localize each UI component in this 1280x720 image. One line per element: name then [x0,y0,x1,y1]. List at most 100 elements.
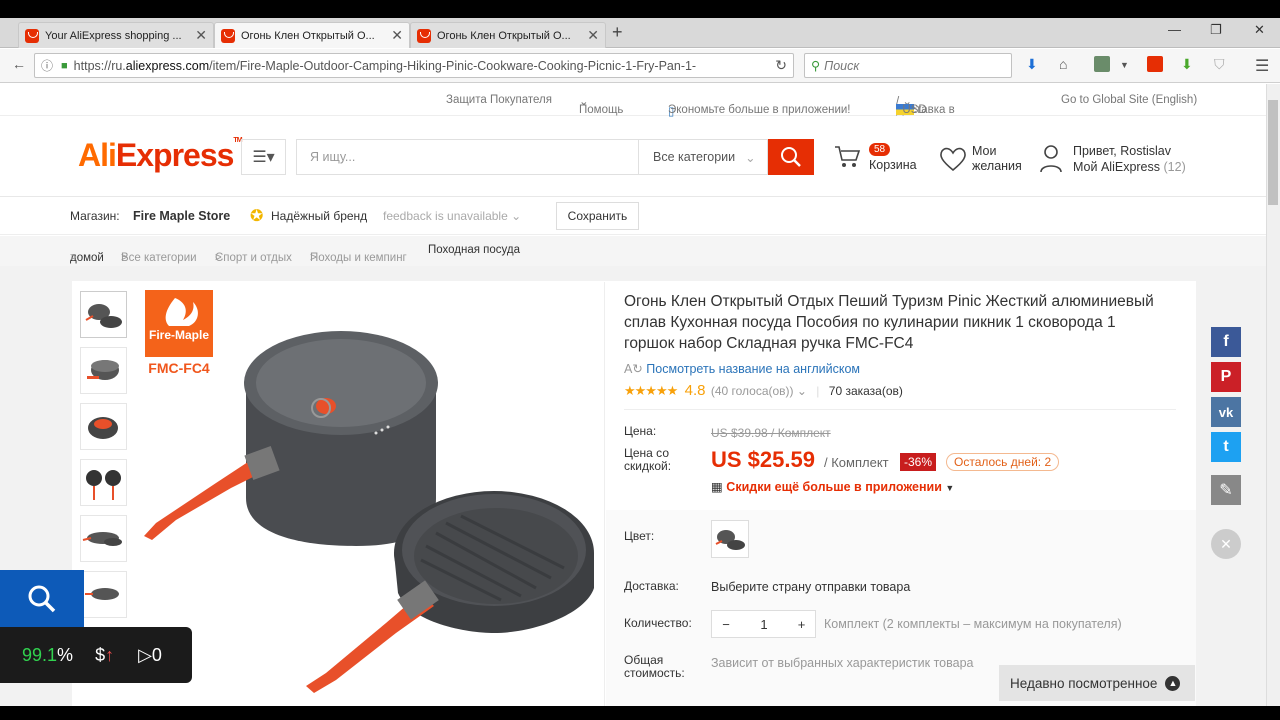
new-tab-button[interactable]: + [612,22,623,43]
aliexpress-favicon-icon [25,28,39,43]
tab-title: Огонь Клен Открытый О... [241,29,375,42]
decrease-quantity-button[interactable]: − [712,617,740,632]
chevron-down-icon[interactable]: ▼ [1120,60,1129,70]
discount-badge: -36% [900,453,937,471]
cart-icon[interactable] [833,143,861,171]
price-tracker-icon[interactable]: $↑ [95,645,114,666]
window-close-icon[interactable]: ✕ [1254,22,1265,38]
aliexpress-favicon-icon [221,28,235,43]
color-option-swatch[interactable] [711,520,749,558]
product-thumbnail[interactable] [80,515,127,562]
wishlist-link[interactable]: Мои желания [972,144,1022,174]
tab-product-active[interactable]: Огонь Клен Открытый О... ✕ [214,22,410,48]
original-price: US $39.98 / Комплект [711,426,831,440]
delivery-value: Выберите страну отправки товара [711,580,911,594]
twitter-share-icon[interactable]: t [1211,432,1241,462]
reload-icon[interactable]: ↻ [775,57,787,74]
product-thumbnail[interactable] [80,403,127,450]
pinterest-share-icon[interactable]: P [1211,362,1241,392]
store-bar: Магазин: Fire Maple Store ✪ Надёжный бре… [0,198,1266,235]
global-site-link[interactable]: Go to Global Site (English) [1061,94,1197,106]
translate-title-link[interactable]: A↻ Посмотреть название на английском [624,361,860,376]
close-tab-icon[interactable]: ✕ [391,27,403,44]
url-text[interactable]: https://ru.aliexpress.com/item/Fire-Mapl… [74,59,770,73]
overlay-stats-panel: 99.1% $↑ ▷0 [0,627,192,683]
aliexpress-favicon-icon [417,28,431,43]
os-bottom-bar [0,706,1280,720]
search-icon [781,147,801,167]
home-icon[interactable]: ⌂ [1059,56,1067,72]
close-tab-icon[interactable]: ✕ [195,27,207,44]
browser-search-field[interactable]: ⚲ Поиск [804,53,1012,78]
scrollbar-thumb[interactable] [1268,100,1278,205]
tab-strip: Your AliExpress shopping ... ✕ Огонь Кле… [0,18,1280,48]
tab-product-2[interactable]: Огонь Клен Открытый О... ✕ [410,22,606,48]
edit-pencil-icon[interactable]: ✎ [1211,475,1241,505]
info-icon[interactable]: ⓘ [41,57,53,74]
product-main-image[interactable] [136,288,602,702]
translate-icon: A↻ [624,362,643,376]
app-discount-link[interactable]: ▦ Скидки ещё больше в приложении ▼ [711,479,954,494]
menu-hamburger-icon[interactable]: ☰ [1255,56,1269,76]
restore-icon[interactable]: ❐ [1210,22,1222,38]
discount-price-label: Цена со скидкой: [624,446,672,473]
votes-link[interactable]: (40 голоса(ов)) ⌄ [711,384,807,398]
recently-viewed-toggle[interactable]: Недавно посмотренное ▲ [999,665,1195,701]
days-left-badge: Осталось дней: 2 [946,453,1060,471]
search-button[interactable] [768,139,814,175]
tab-title: Your AliExpress shopping ... [45,29,182,42]
product-thumbnail[interactable] [80,291,127,338]
close-tab-icon[interactable]: ✕ [587,27,599,44]
site-search-input[interactable]: Я ищу... [296,139,638,175]
product-thumbnail[interactable] [80,347,127,394]
account-menu[interactable]: Привет, Rostislav Мой AliExpress (12) [1073,143,1186,175]
column-divider [604,282,605,706]
product-title: Огонь Клен Открытый Отдых Пеший Туризм P… [624,293,1154,352]
separator [624,409,1176,410]
quantity-label: Количество: [624,616,692,630]
qr-code-icon: ▦ [711,480,723,494]
address-bar[interactable]: ⓘ ■ https://ru.aliexpress.com/item/Fire-… [34,53,794,78]
minimize-icon[interactable]: — [1168,22,1181,37]
site-utility-bar: Защита Покупателя Помощь ⌄ ▯ Экономьте б… [0,84,1266,118]
aliexpress-logo[interactable]: AliExpressTM [78,137,243,174]
rating-row: ★★★★★ 4.8 (40 голоса(ов)) ⌄ | 70 заказа(… [624,382,903,399]
shield-icon[interactable]: ⛉ [1214,56,1225,73]
help-menu[interactable]: Помощь ⌄ [579,94,623,116]
cart-link[interactable]: Корзина [869,158,917,172]
overlay-search-button[interactable] [0,570,84,627]
feedback-dropdown[interactable]: feedback is unavailable ⌄ [383,209,521,223]
increase-quantity-button[interactable]: + [788,617,815,632]
trusted-brand-label: Надёжный бренд [271,209,368,223]
back-arrow-icon[interactable]: ← [12,56,26,72]
quantity-input[interactable]: 1 [740,617,788,632]
buyer-protection-link[interactable]: Защита Покупателя [446,94,552,106]
heart-icon[interactable] [938,146,968,172]
tab-aliexpress-cart[interactable]: Your AliExpress shopping ... ✕ [18,22,214,48]
save-store-button[interactable]: Сохранить [556,202,639,230]
category-select[interactable]: Все категории ⌄ [638,139,768,175]
tab-title: Огонь Клен Открытый О... [437,29,571,42]
quantity-note: Комплект (2 комплекты – максимум на поку… [824,617,1122,631]
delivery-label: Доставка: [624,579,679,593]
mail-extension-icon[interactable] [1147,56,1163,72]
download-arrow-icon[interactable]: ⬇ [1026,56,1038,73]
user-icon[interactable] [1039,144,1063,174]
categories-menu-button[interactable]: ☰▾ [241,139,286,175]
lock-icon: ■ [61,59,68,72]
vk-share-icon[interactable]: vk [1211,397,1241,427]
facebook-share-icon[interactable]: f [1211,327,1241,357]
store-name-link[interactable]: Fire Maple Store [133,209,230,223]
price-label: Цена: [624,424,657,438]
product-thumbnail[interactable] [80,459,127,506]
total-label: Общая стоимость: [624,653,685,680]
ship-to-selector[interactable]: Доставка в / USD ⌄ [896,94,955,116]
quantity-stepper: − 1 + [711,610,816,638]
total-value: Зависит от выбранных характеристик товар… [711,656,974,670]
close-share-icon[interactable]: ✕ [1211,529,1241,559]
extension-icon[interactable] [1094,56,1110,72]
download-helper-icon[interactable]: ⬇ [1181,56,1193,73]
product-thumbnail[interactable] [80,571,127,618]
breadcrumb: домой > Все категории > Спорт и отдых > … [0,236,1266,266]
play-icon[interactable]: ▷0 [138,645,162,666]
